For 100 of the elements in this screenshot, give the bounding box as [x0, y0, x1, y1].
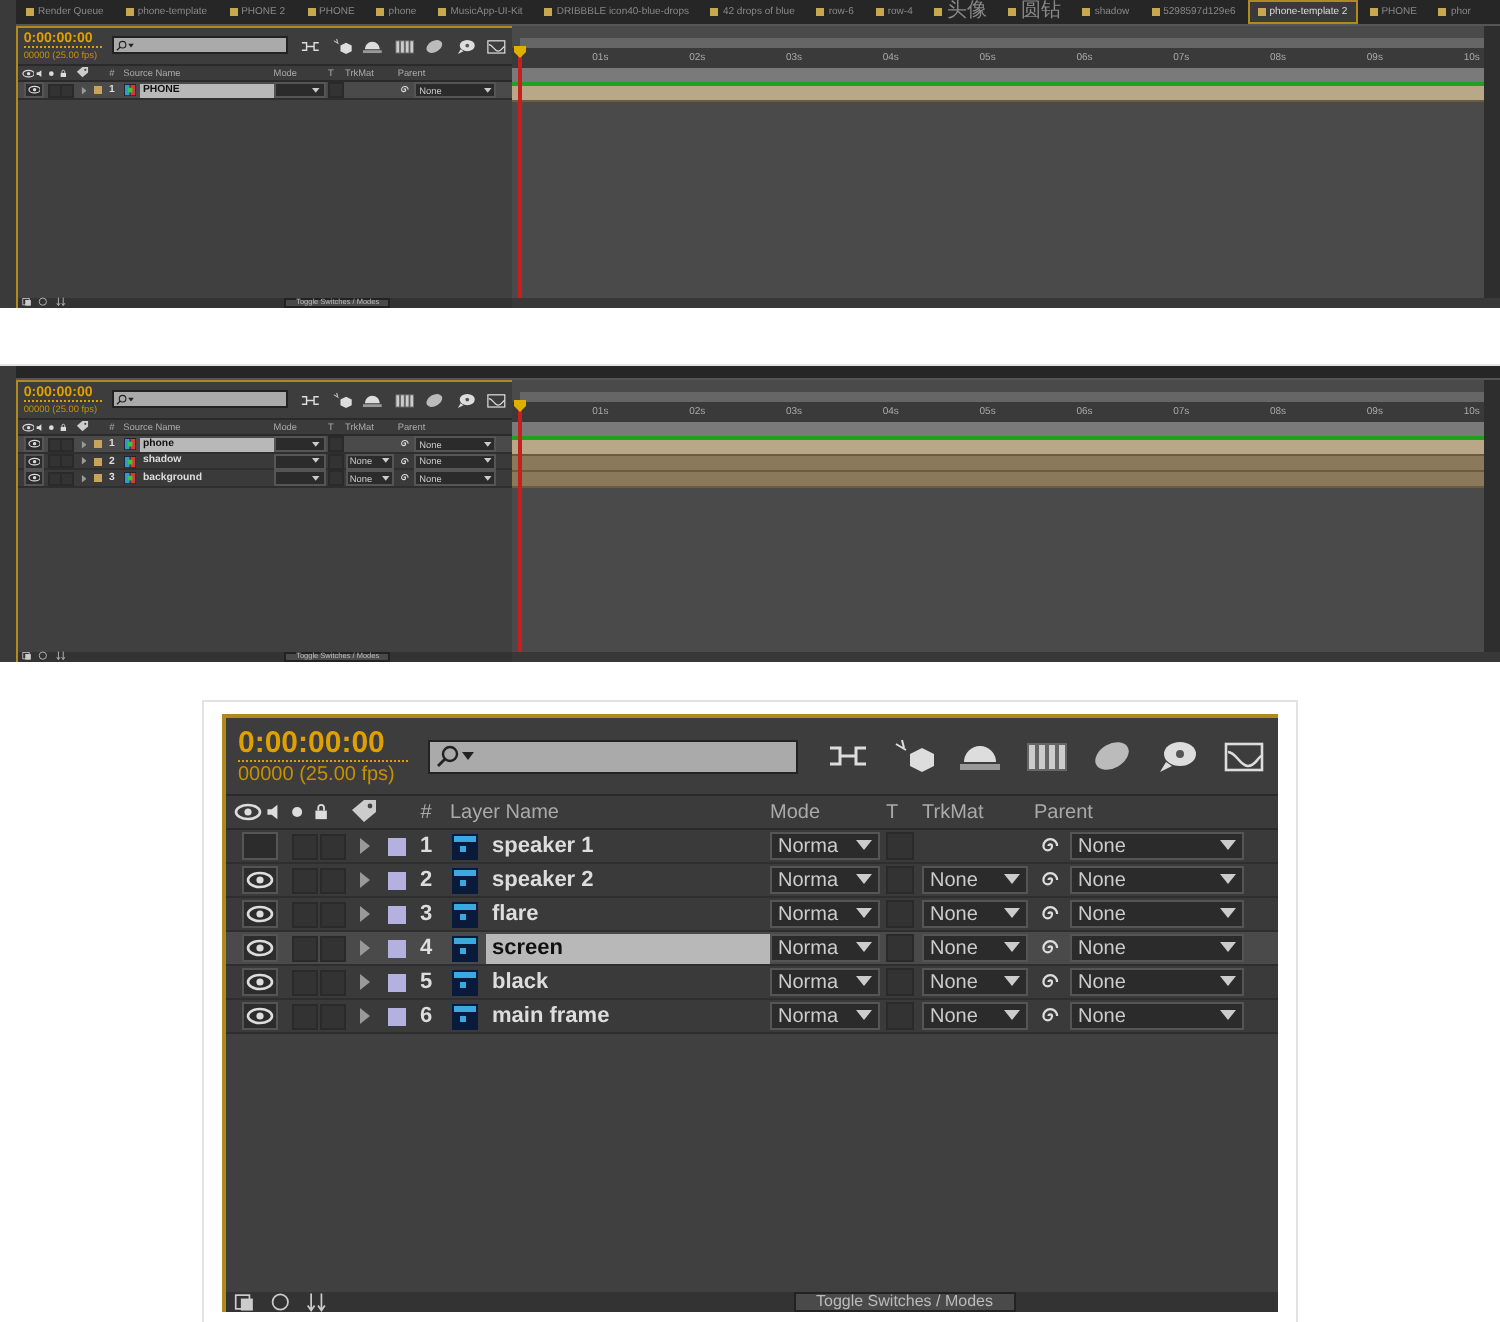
track-matte-dropdown[interactable]: None	[922, 934, 1028, 962]
caret-icon	[312, 87, 321, 94]
layer-number: 5	[417, 970, 435, 994]
mode-dropdown[interactable]	[273, 82, 326, 98]
mode-dropdown[interactable]: Norma	[770, 934, 880, 962]
comp-flowchart-icon	[21, 650, 33, 662]
speech-bubble-icon[interactable]	[455, 391, 476, 409]
expand-arrow-icon	[79, 85, 87, 96]
label-swatch[interactable]	[93, 440, 103, 449]
visibility-toggle[interactable]	[242, 934, 278, 962]
visibility-toggle[interactable]	[242, 866, 278, 894]
composition-tab[interactable]: 圆钻	[998, 0, 1071, 24]
parent-dropdown[interactable]: None	[1070, 866, 1244, 894]
pill-icon[interactable]	[424, 391, 445, 409]
comp-flowchart-icon	[21, 296, 33, 308]
playhead-marker-icon[interactable]	[514, 400, 527, 412]
mode-dropdown[interactable]: Norma	[770, 900, 880, 928]
label-swatch[interactable]	[387, 905, 405, 923]
label-swatch[interactable]	[93, 86, 103, 95]
visibility-toggle[interactable]	[24, 82, 44, 98]
layer-row[interactable]: 6 main frame Norma None None	[226, 1000, 1278, 1034]
visibility-toggle[interactable]	[242, 832, 278, 860]
search-field[interactable]	[112, 36, 288, 55]
search-icon	[116, 40, 136, 52]
eye-icon	[246, 1004, 274, 1028]
track-matte-dropdown[interactable]: None	[922, 1002, 1028, 1030]
film-strip-icon[interactable]	[393, 391, 414, 409]
mode-dropdown[interactable]: Norma	[770, 968, 880, 996]
mode-dropdown[interactable]	[273, 436, 326, 452]
speech-bubble-icon[interactable]	[455, 37, 476, 55]
visibility-toggle[interactable]	[242, 1002, 278, 1030]
visibility-toggle[interactable]	[24, 470, 44, 487]
label-swatch[interactable]	[387, 837, 405, 855]
playhead[interactable]	[518, 50, 523, 300]
cube-icon[interactable]	[892, 738, 936, 774]
layer-name[interactable]: screen	[486, 933, 770, 963]
search-icon	[116, 394, 136, 406]
film-strip-icon[interactable]	[1024, 738, 1068, 774]
solo-toggle[interactable]	[291, 935, 317, 961]
caret-icon	[856, 942, 872, 954]
photoshop-file-icon	[451, 867, 477, 893]
mode-dropdown[interactable]: Norma	[770, 832, 880, 860]
graph-icon[interactable]	[1222, 738, 1266, 774]
preserve-transparency-toggle[interactable]	[886, 934, 914, 962]
caret-icon	[312, 441, 321, 448]
track-matte-dropdown[interactable]: None	[922, 968, 1028, 996]
composition-tab[interactable]: 头像	[924, 0, 997, 24]
current-time[interactable]: 0:00:00:00	[238, 726, 408, 762]
toggle-switches-modes-button[interactable]: Toggle Switches / Modes	[794, 1292, 1015, 1312]
scrollbar[interactable]	[1484, 380, 1500, 652]
eye-icon	[27, 455, 41, 468]
layer-row[interactable]: 3 flare Norma None None	[226, 898, 1278, 932]
layer-name[interactable]: speaker 1	[486, 831, 770, 861]
parent-dropdown[interactable]: None	[1070, 934, 1244, 962]
layer-row[interactable]: 5 black Norma None None	[226, 966, 1278, 1000]
label-swatch[interactable]	[387, 871, 405, 889]
visibility-toggle[interactable]	[242, 900, 278, 928]
column-header: #	[418, 801, 434, 823]
layer-row[interactable]: 2 speaker 2 Norma None None	[226, 864, 1278, 898]
layer-duration-bar[interactable]	[512, 86, 1484, 102]
photoshop-file-icon	[451, 969, 477, 995]
mode-dropdown[interactable]: Norma	[770, 1002, 880, 1030]
search-field[interactable]	[427, 739, 798, 773]
playhead-marker-icon[interactable]	[514, 46, 527, 58]
mode-dropdown[interactable]: Norma	[770, 866, 880, 894]
layer-row[interactable]: 4 screen Norma None None	[226, 932, 1278, 966]
label-swatch[interactable]	[387, 973, 405, 991]
parent-dropdown[interactable]: None	[1070, 1002, 1244, 1030]
caret-icon	[1004, 976, 1020, 988]
scrollbar[interactable]	[1484, 26, 1500, 298]
parent-dropdown[interactable]: None	[1070, 832, 1244, 860]
solo-toggle[interactable]	[47, 83, 62, 98]
parent-dropdown[interactable]: None	[1070, 900, 1244, 928]
search-field[interactable]	[112, 390, 288, 409]
layer-name[interactable]: main frame	[486, 1001, 770, 1031]
film-strip-icon[interactable]	[393, 37, 414, 55]
layer-duration-bar[interactable]	[512, 440, 1484, 456]
visibility-toggle[interactable]	[242, 968, 278, 996]
layer-name[interactable]: black	[486, 967, 770, 997]
preserve-transparency-toggle[interactable]	[328, 82, 344, 98]
speaker-icon	[36, 67, 47, 79]
layer-name[interactable]: flare	[486, 899, 770, 929]
label-swatch[interactable]	[387, 1007, 405, 1025]
lock-toggle[interactable]	[319, 935, 345, 961]
layer-row[interactable]: 1 speaker 1 Norma None	[226, 830, 1278, 864]
pill-icon[interactable]	[1090, 738, 1134, 774]
label-swatch[interactable]	[93, 457, 103, 466]
caret-icon	[1004, 942, 1020, 954]
speech-bubble-icon[interactable]	[1156, 738, 1200, 774]
playhead[interactable]	[518, 404, 523, 654]
lock-toggle[interactable]	[60, 83, 75, 98]
layer-name[interactable]: speaker 2	[486, 865, 770, 895]
label-swatch[interactable]	[387, 939, 405, 957]
track-matte-dropdown[interactable]: None	[922, 866, 1028, 894]
pill-icon[interactable]	[424, 37, 445, 55]
track-matte-dropdown[interactable]: None	[922, 900, 1028, 928]
eye-icon	[246, 902, 274, 926]
parent-dropdown[interactable]: None	[1070, 968, 1244, 996]
label-swatch[interactable]	[93, 474, 103, 483]
visibility-toggle[interactable]	[24, 436, 44, 452]
